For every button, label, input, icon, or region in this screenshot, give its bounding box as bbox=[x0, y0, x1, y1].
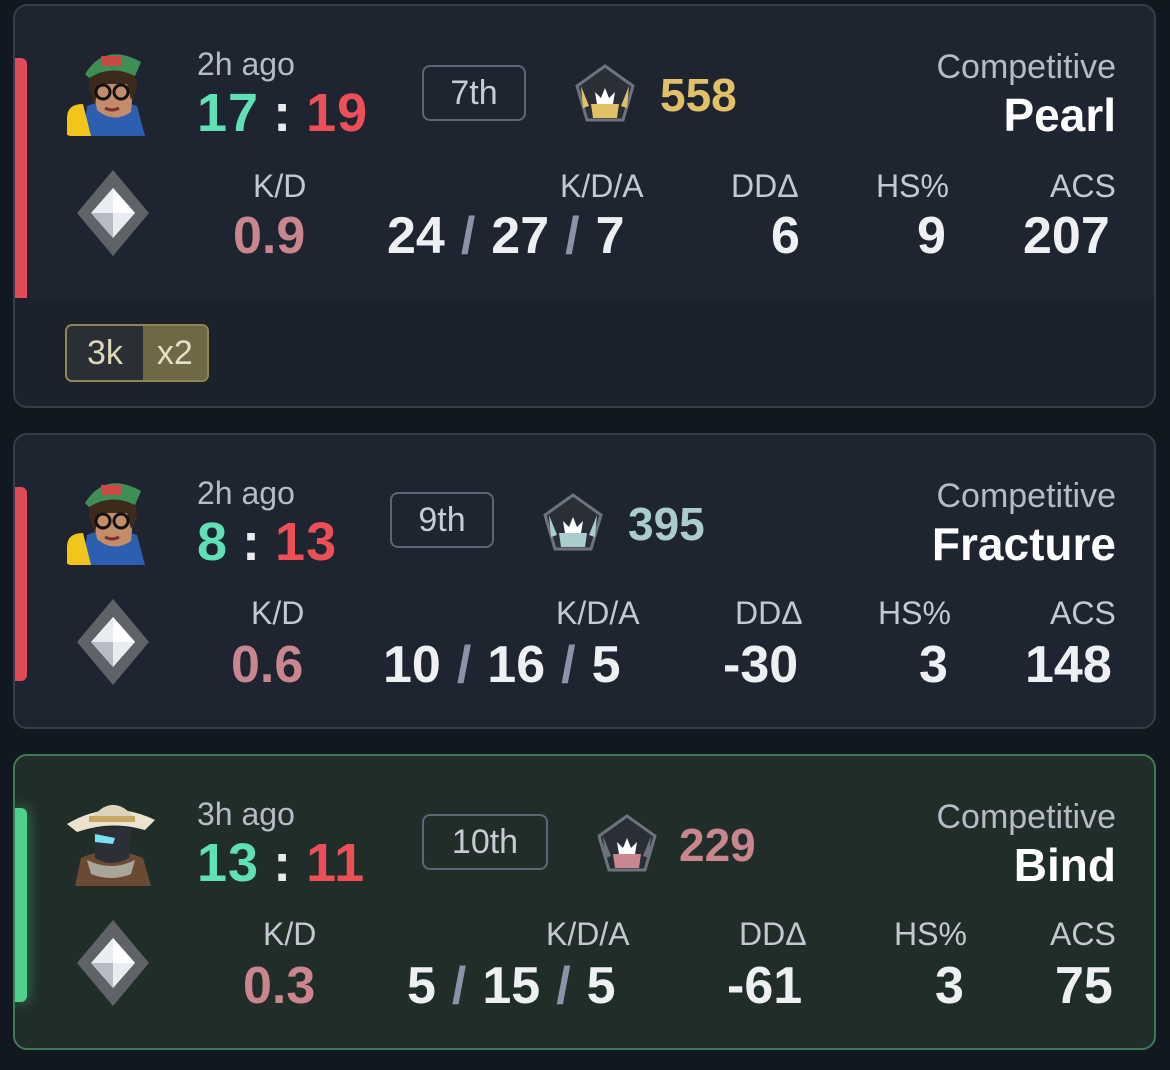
kda-separator: / bbox=[556, 957, 571, 1015]
match-time-ago: 2h ago bbox=[197, 475, 295, 511]
kda-value: 24 / 27 / 7 bbox=[387, 206, 625, 266]
map-name: Bind bbox=[1013, 839, 1116, 891]
damage-delta-value: 6 bbox=[771, 207, 800, 265]
score-separator: : bbox=[242, 512, 262, 572]
kda-value: 10 / 16 / 5 bbox=[383, 635, 621, 695]
rank-rating-value: 558 bbox=[660, 69, 737, 121]
kd-label: K/D bbox=[263, 916, 317, 952]
kd-label: K/D bbox=[251, 595, 305, 631]
game-mode: Competitive bbox=[936, 477, 1116, 515]
acs-label: ACS bbox=[1050, 168, 1116, 204]
headshot-label: HS% bbox=[894, 916, 967, 952]
kda-separator: / bbox=[451, 957, 467, 1015]
deaths-value: 15 bbox=[482, 957, 541, 1015]
assists-value: 7 bbox=[595, 207, 625, 265]
rank-rating-badge-icon bbox=[573, 62, 637, 126]
map-name: Pearl bbox=[1003, 89, 1116, 141]
damage-delta-label: DDΔ bbox=[739, 916, 807, 952]
rank-rating-value: 395 bbox=[628, 498, 705, 550]
match-card[interactable]: 3h ago 13:11 10th 229 Competitive Bind K… bbox=[13, 754, 1156, 1050]
game-mode: Competitive bbox=[936, 48, 1116, 86]
placement-badge: 10th bbox=[422, 814, 548, 870]
rounds-lost: 19 bbox=[306, 83, 369, 143]
kd-label: K/D bbox=[253, 168, 307, 204]
match-score: 13:11 bbox=[197, 832, 365, 894]
agent-killjoy-portrait-icon bbox=[65, 44, 157, 136]
placement-badge: 7th bbox=[422, 65, 526, 121]
silver-rank-diamond-icon bbox=[73, 595, 153, 690]
match-card[interactable]: 2h ago 8:13 9th 395 Competitive Fracture… bbox=[13, 433, 1156, 729]
silver-rank-diamond-icon bbox=[73, 916, 153, 1011]
kda-label: K/D/A bbox=[556, 595, 640, 631]
game-mode: Competitive bbox=[936, 798, 1116, 836]
rank-rating-badge-icon bbox=[595, 812, 659, 876]
damage-delta-label: DDΔ bbox=[735, 595, 803, 631]
kills-value: 5 bbox=[407, 957, 436, 1015]
match-score: 8:13 bbox=[197, 511, 337, 573]
agent-killjoy-portrait-icon bbox=[65, 473, 157, 565]
kda-separator: / bbox=[565, 207, 580, 265]
kda-separator: / bbox=[460, 207, 476, 265]
headshot-value: 3 bbox=[919, 636, 948, 694]
kda-separator: / bbox=[561, 636, 576, 694]
acs-value: 207 bbox=[1023, 207, 1110, 265]
kda-label: K/D/A bbox=[560, 168, 644, 204]
match-time-ago: 2h ago bbox=[197, 46, 295, 82]
loss-indicator bbox=[15, 487, 27, 681]
agent-chamber-portrait-icon bbox=[65, 794, 157, 886]
kd-value: 0.3 bbox=[243, 957, 316, 1015]
score-separator: : bbox=[273, 833, 293, 893]
deaths-value: 16 bbox=[487, 636, 546, 694]
acs-label: ACS bbox=[1050, 916, 1116, 952]
assists-value: 5 bbox=[586, 957, 616, 1015]
multikill-badge: 3k x2 bbox=[65, 324, 209, 382]
damage-delta-value: -30 bbox=[723, 636, 799, 694]
silver-rank-diamond-icon bbox=[73, 166, 153, 261]
map-name: Fracture bbox=[931, 518, 1116, 570]
kda-separator: / bbox=[456, 636, 472, 694]
headshot-value: 9 bbox=[917, 207, 946, 265]
rounds-won: 17 bbox=[197, 83, 260, 143]
acs-value: 148 bbox=[1025, 636, 1112, 694]
headshot-label: HS% bbox=[878, 595, 951, 631]
multikill-label: 3k bbox=[67, 326, 143, 380]
kills-value: 24 bbox=[387, 207, 445, 265]
acs-value: 75 bbox=[1055, 957, 1113, 1015]
rank-rating-badge-icon bbox=[541, 491, 605, 555]
acs-label: ACS bbox=[1050, 595, 1116, 631]
score-separator: : bbox=[273, 83, 293, 143]
headshot-label: HS% bbox=[876, 168, 949, 204]
kda-label: K/D/A bbox=[546, 916, 630, 952]
assists-value: 5 bbox=[591, 636, 621, 694]
match-time-ago: 3h ago bbox=[197, 796, 295, 832]
rounds-lost: 13 bbox=[275, 512, 338, 572]
kd-value: 0.6 bbox=[231, 636, 304, 694]
kda-value: 5 / 15 / 5 bbox=[407, 956, 616, 1016]
rank-rating-value: 229 bbox=[679, 819, 756, 871]
rounds-won: 8 bbox=[197, 512, 229, 572]
deaths-value: 27 bbox=[491, 207, 550, 265]
rounds-won: 13 bbox=[197, 833, 260, 893]
damage-delta-value: -61 bbox=[727, 957, 803, 1015]
match-score: 17:19 bbox=[197, 82, 368, 144]
card-footer: 3k x2 bbox=[15, 298, 1154, 406]
rounds-lost: 11 bbox=[306, 833, 366, 893]
match-card[interactable]: 2h ago 17:19 7th 558 Competitive Pearl K… bbox=[13, 4, 1156, 408]
win-indicator bbox=[15, 808, 27, 1002]
damage-delta-label: DDΔ bbox=[731, 168, 799, 204]
headshot-value: 3 bbox=[935, 957, 964, 1015]
placement-badge: 9th bbox=[390, 492, 494, 548]
kills-value: 10 bbox=[383, 636, 441, 694]
kd-value: 0.9 bbox=[233, 207, 306, 265]
multikill-count: x2 bbox=[142, 326, 207, 380]
